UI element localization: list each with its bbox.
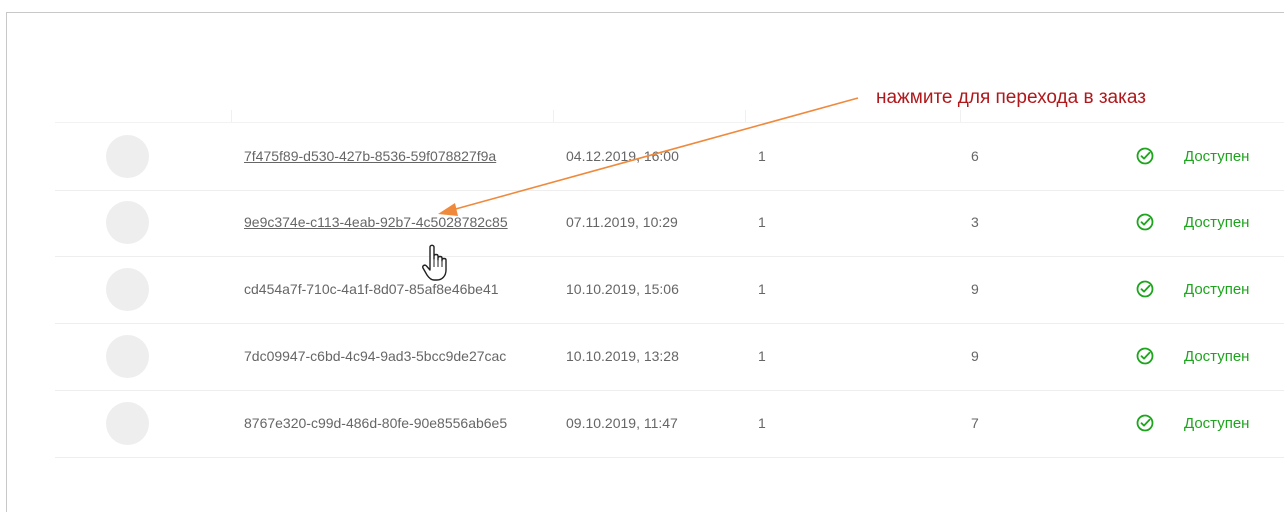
column-divider <box>553 110 554 122</box>
hand-pointer-icon <box>422 244 447 281</box>
check-circle-icon <box>1136 347 1154 365</box>
order-id-cell[interactable]: cd454a7f-710c-4a1f-8d07-85af8e46be41 <box>232 256 553 323</box>
avatar-cell <box>55 323 231 390</box>
status-cell: Доступен <box>1121 256 1284 323</box>
table-row[interactable]: 7dc09947-c6bd-4c94-9ad3-5bcc9de27cac 10.… <box>55 323 1284 391</box>
order-id-cell[interactable]: 7f475f89-d530-427b-8536-59f078827f9a <box>232 123 553 190</box>
order-id-link[interactable]: cd454a7f-710c-4a1f-8d07-85af8e46be41 <box>244 281 499 297</box>
order-date: 07.11.2019, 10:29 <box>566 214 678 230</box>
status-cell: Доступен <box>1121 390 1284 457</box>
order-id-cell[interactable]: 9e9c374e-c113-4eab-92b7-4c5028782c85 <box>232 189 553 256</box>
order-qty: 1 <box>758 148 766 164</box>
table-row[interactable]: 7f475f89-d530-427b-8536-59f078827f9a 04.… <box>55 122 1284 191</box>
status-badge: Доступен <box>1184 281 1250 298</box>
order-date: 10.10.2019, 15:06 <box>566 281 679 297</box>
status-badge: Доступен <box>1184 148 1250 165</box>
order-count: 9 <box>971 281 979 297</box>
status-cell: Доступен <box>1121 323 1284 390</box>
check-circle-icon <box>1136 280 1154 298</box>
avatar-cell <box>55 189 231 256</box>
check-circle-icon <box>1136 414 1154 432</box>
status-badge: Доступен <box>1184 415 1250 432</box>
order-id-cell[interactable]: 7dc09947-c6bd-4c94-9ad3-5bcc9de27cac <box>232 323 553 390</box>
column-divider <box>231 110 232 122</box>
order-qty: 1 <box>758 281 766 297</box>
check-circle-icon <box>1136 213 1154 231</box>
avatar <box>106 402 149 445</box>
order-qty: 1 <box>758 348 766 364</box>
check-circle-icon <box>1136 147 1154 165</box>
avatar <box>106 335 149 378</box>
status-badge: Доступен <box>1184 214 1250 231</box>
column-divider <box>960 110 961 122</box>
order-id-link[interactable]: 7dc09947-c6bd-4c94-9ad3-5bcc9de27cac <box>244 348 506 364</box>
order-id-link[interactable]: 8767e320-c99d-486d-80fe-90e8556ab6e5 <box>244 415 507 431</box>
avatar <box>106 135 149 178</box>
avatar <box>106 268 149 311</box>
order-date: 09.10.2019, 11:47 <box>566 415 678 431</box>
status-cell: Доступен <box>1121 189 1284 256</box>
avatar-cell <box>55 256 231 323</box>
annotation-callout: нажмите для перехода в заказ <box>876 87 1146 108</box>
status-badge: Доступен <box>1184 348 1250 365</box>
table-row[interactable]: 9e9c374e-c113-4eab-92b7-4c5028782c85 07.… <box>55 189 1284 257</box>
avatar-cell <box>55 123 231 190</box>
order-count: 9 <box>971 348 979 364</box>
order-count: 7 <box>971 415 979 431</box>
order-id-link[interactable]: 7f475f89-d530-427b-8536-59f078827f9a <box>244 148 496 164</box>
order-id-link[interactable]: 9e9c374e-c113-4eab-92b7-4c5028782c85 <box>244 214 508 230</box>
order-id-cell[interactable]: 8767e320-c99d-486d-80fe-90e8556ab6e5 <box>232 390 553 457</box>
avatar-cell <box>55 390 231 457</box>
order-qty: 1 <box>758 214 766 230</box>
order-date: 10.10.2019, 13:28 <box>566 348 679 364</box>
order-qty: 1 <box>758 415 766 431</box>
status-cell: Доступен <box>1121 123 1284 190</box>
order-date: 04.12.2019, 16:00 <box>566 148 679 164</box>
table-row[interactable]: cd454a7f-710c-4a1f-8d07-85af8e46be41 10.… <box>55 256 1284 324</box>
order-count: 6 <box>971 148 979 164</box>
avatar <box>106 201 149 244</box>
column-divider <box>745 110 746 122</box>
table-row[interactable]: 8767e320-c99d-486d-80fe-90e8556ab6e5 09.… <box>55 390 1284 458</box>
order-count: 3 <box>971 214 979 230</box>
